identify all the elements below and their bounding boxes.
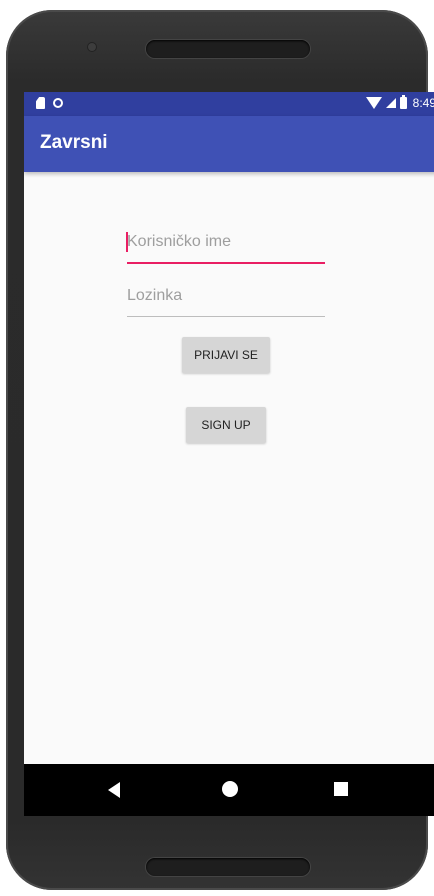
password-field[interactable] xyxy=(127,280,325,317)
home-icon[interactable] xyxy=(222,781,238,797)
recents-icon[interactable] xyxy=(334,782,348,796)
status-time: 8:49 xyxy=(412,96,434,110)
front-camera xyxy=(88,43,96,51)
sd-card-icon xyxy=(36,97,45,109)
app-screen: 8:49 Zavrsni PRIJAVI SE SIGN UP xyxy=(24,92,434,816)
username-field[interactable] xyxy=(127,226,325,264)
app-title: Zavrsni xyxy=(40,132,108,153)
bottom-speaker xyxy=(146,858,310,876)
app-bar: Zavrsni xyxy=(24,116,434,172)
status-left xyxy=(36,97,63,109)
wifi-icon xyxy=(365,97,382,109)
sync-icon xyxy=(53,98,63,108)
status-bar: 8:49 xyxy=(24,92,434,116)
battery-icon xyxy=(399,95,407,109)
navigation-bar xyxy=(24,764,434,816)
signup-button[interactable]: SIGN UP xyxy=(186,407,266,443)
top-speaker xyxy=(146,40,310,58)
status-right: 8:49 xyxy=(365,95,434,110)
signal-icon xyxy=(385,98,396,108)
text-caret xyxy=(126,232,128,252)
back-icon[interactable] xyxy=(108,782,120,798)
login-button[interactable]: PRIJAVI SE xyxy=(182,337,270,373)
